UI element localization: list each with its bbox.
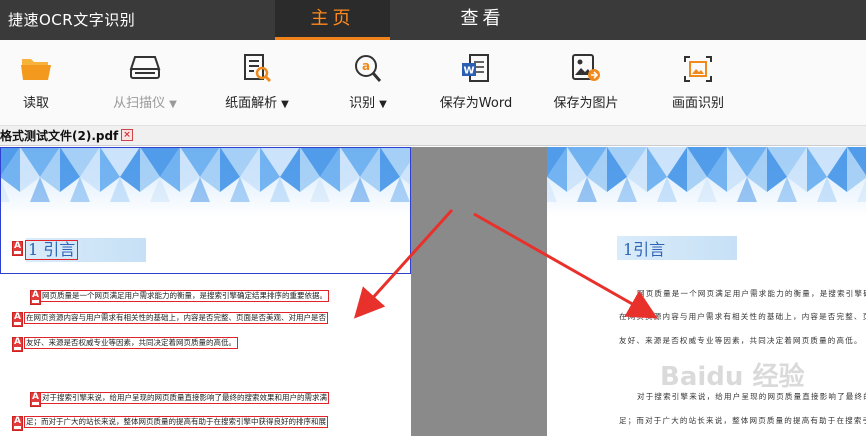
recognize-label: 识别 ▼	[349, 96, 387, 111]
close-icon[interactable]: ×	[121, 129, 133, 141]
page-banner	[547, 147, 866, 217]
ocr-line[interactable]: 在网页资源内容与用户需求有相关性的基础上，内容是否完整、页面是否美观、对用户是否	[24, 312, 328, 324]
app-title: 捷速OCR文字识别	[8, 11, 136, 29]
open-label: 读取	[22, 96, 49, 111]
ocr-tag-icon[interactable]: A	[12, 312, 23, 327]
page-analysis-button[interactable]: 纸面解析 ▼	[215, 40, 299, 126]
screen-ocr-label: 画面识别	[671, 96, 724, 111]
ocr-tag-icon[interactable]: A	[12, 241, 23, 256]
tab-home[interactable]: 主页	[275, 0, 390, 40]
tab-view[interactable]: 查看	[425, 0, 540, 40]
save-image-icon	[572, 54, 600, 81]
ribbon-toolbar: 读取 从扫描仪 ▼ 纸面解析 ▼ a 识别 ▼ W 保存为Word 保存为图片 …	[0, 40, 866, 126]
scanner-label: 从扫描仪 ▼	[113, 96, 177, 111]
page-heading: 1引言	[623, 240, 666, 259]
result-line: 友好、来源是否权威专业等因素，共同决定着网页质量的高低。	[619, 336, 863, 345]
document-tab[interactable]: 格式测试文件(2).pdf	[0, 127, 118, 144]
svg-text:a: a	[362, 59, 370, 73]
svg-text:W: W	[463, 66, 474, 77]
ocr-line[interactable]: 足；而对于广大的站长来说，整体网页质量的提高有助于在搜索引擎中获得良好的排序和展	[24, 416, 328, 428]
screen-ocr-button[interactable]: 画面识别	[660, 40, 736, 126]
ocr-line[interactable]: 友好、来源是否权威专业等因素，共同决定着网页质量的高低。	[24, 337, 238, 349]
document-tabbar: 格式测试文件(2).pdf ×	[0, 126, 866, 146]
result-line: 网页质量是一个网页满足用户需求能力的衡量，是搜索引擎确定	[637, 289, 866, 298]
save-image-label: 保存为图片	[553, 96, 619, 111]
open-button[interactable]: 读取	[10, 40, 62, 126]
save-word-label: 保存为Word	[439, 96, 513, 111]
result-line: 足；而对于广大的站长来说，整体网页质量的提高有助于在搜索引擎	[619, 416, 866, 425]
page-gutter	[411, 147, 547, 436]
title-bar: 捷速OCR文字识别 主页 查看	[0, 0, 866, 40]
save-word-button[interactable]: W 保存为Word	[432, 40, 520, 126]
source-page: A 1 引言 A 网页质量是一个网页满足用户需求能力的衡量，是搜索引擎确定结果排…	[0, 147, 411, 436]
word-icon: W	[462, 54, 489, 82]
recognize-button[interactable]: a 识别 ▼	[335, 40, 401, 126]
result-line: 在网页资源内容与用户需求有相关性的基础上，内容是否完整、页面	[619, 312, 866, 321]
page-heading[interactable]: 1 引言	[25, 240, 79, 260]
folder-icon	[21, 59, 51, 80]
scanner-button[interactable]: 从扫描仪 ▼	[100, 40, 190, 126]
page-analysis-label: 纸面解析 ▼	[225, 96, 289, 111]
page-analysis-icon	[244, 54, 272, 83]
ocr-line[interactable]: 网页质量是一个网页满足用户需求能力的衡量，是搜索引擎确定结果排序的重要依据。	[40, 290, 329, 302]
ocr-line[interactable]: 对于搜索引擎来说，给用户呈现的网页质量直接影响了最终的搜索效果和用户的需求满	[40, 392, 329, 404]
ocr-tag-icon[interactable]: A	[12, 416, 23, 431]
screen-capture-icon	[684, 56, 712, 82]
watermark: Baidu 经验	[660, 362, 805, 392]
ocr-tag-icon[interactable]: A	[12, 337, 23, 352]
recognize-icon: a	[355, 55, 382, 82]
save-image-button[interactable]: 保存为图片	[546, 40, 626, 126]
scanner-icon	[129, 56, 161, 79]
